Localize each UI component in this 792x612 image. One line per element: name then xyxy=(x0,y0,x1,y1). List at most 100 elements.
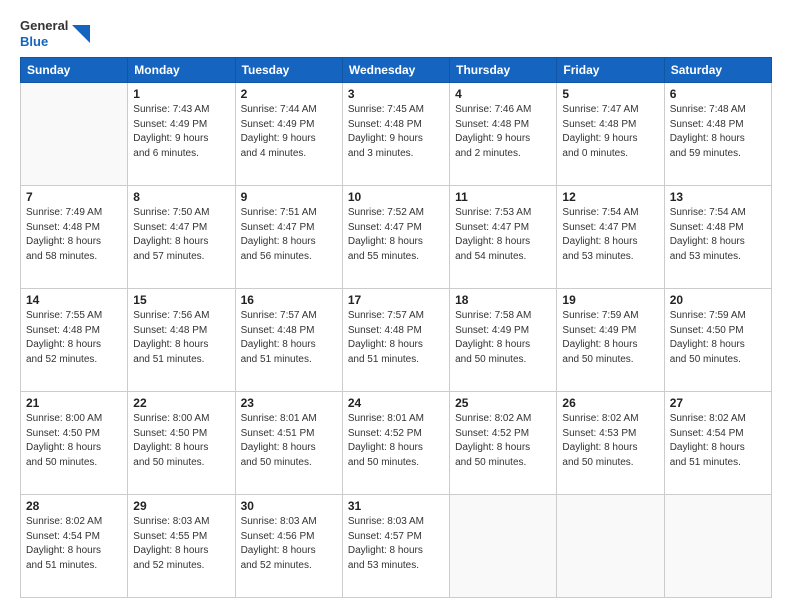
day-number: 1 xyxy=(133,87,229,101)
day-number: 20 xyxy=(670,293,766,307)
day-info: Sunrise: 8:01 AM Sunset: 4:51 PM Dayligh… xyxy=(241,412,337,470)
day-info: Sunrise: 7:46 AM Sunset: 4:48 PM Dayligh… xyxy=(455,103,551,161)
calendar-cell: 8 Sunrise: 7:50 AM Sunset: 4:47 PM Daylig… xyxy=(128,186,235,289)
calendar-week-4: 21 Sunrise: 8:00 AM Sunset: 4:50 PM Dayli… xyxy=(21,392,772,495)
day-info: Sunrise: 7:55 AM Sunset: 4:48 PM Dayligh… xyxy=(26,309,122,367)
calendar-week-1: 1 Sunrise: 7:43 AM Sunset: 4:49 PM Daylig… xyxy=(21,83,772,186)
calendar-cell xyxy=(450,495,557,598)
calendar-cell: 9 Sunrise: 7:51 AM Sunset: 4:47 PM Daylig… xyxy=(235,186,342,289)
calendar-cell: 2 Sunrise: 7:44 AM Sunset: 4:49 PM Daylig… xyxy=(235,83,342,186)
day-info: Sunrise: 7:49 AM Sunset: 4:48 PM Dayligh… xyxy=(26,206,122,264)
day-info: Sunrise: 7:54 AM Sunset: 4:48 PM Dayligh… xyxy=(670,206,766,264)
calendar-cell: 6Sunrise: 7:48 AM Sunset: 4:48 PM Daylig… xyxy=(664,83,771,186)
calendar-cell: 11 Sunrise: 7:53 AM Sunset: 4:47 PM Dayli… xyxy=(450,186,557,289)
calendar-header: SundayMondayTuesdayWednesdayThursdayFrid… xyxy=(21,58,772,83)
calendar-cell: 29 Sunrise: 8:03 AM Sunset: 4:55 PM Dayli… xyxy=(128,495,235,598)
weekday-header-monday: Monday xyxy=(128,58,235,83)
day-number: 11 xyxy=(455,190,551,204)
day-number: 25 xyxy=(455,396,551,410)
day-info: Sunrise: 8:00 AM Sunset: 4:50 PM Dayligh… xyxy=(133,412,229,470)
day-number: 9 xyxy=(241,190,337,204)
day-info: Sunrise: 8:00 AM Sunset: 4:50 PM Dayligh… xyxy=(26,412,122,470)
day-info: Sunrise: 7:59 AM Sunset: 4:49 PM Dayligh… xyxy=(562,309,658,367)
day-number: 23 xyxy=(241,396,337,410)
calendar-cell: 18 Sunrise: 7:58 AM Sunset: 4:49 PM Dayli… xyxy=(450,289,557,392)
day-number: 28 xyxy=(26,499,122,513)
calendar-cell: 13 Sunrise: 7:54 AM Sunset: 4:48 PM Dayli… xyxy=(664,186,771,289)
calendar-table: SundayMondayTuesdayWednesdayThursdayFrid… xyxy=(20,57,772,598)
day-number: 10 xyxy=(348,190,444,204)
weekday-header-row: SundayMondayTuesdayWednesdayThursdayFrid… xyxy=(21,58,772,83)
day-info: Sunrise: 7:45 AM Sunset: 4:48 PM Dayligh… xyxy=(348,103,444,161)
day-number: 27 xyxy=(670,396,766,410)
day-number: 12 xyxy=(562,190,658,204)
day-info: Sunrise: 7:51 AM Sunset: 4:47 PM Dayligh… xyxy=(241,206,337,264)
page: General Blue SundayMondayTuesdayWednesda… xyxy=(0,0,792,612)
logo-blue: Blue xyxy=(20,34,48,49)
day-info: Sunrise: 7:43 AM Sunset: 4:49 PM Dayligh… xyxy=(133,103,229,161)
day-info: Sunrise: 7:50 AM Sunset: 4:47 PM Dayligh… xyxy=(133,206,229,264)
day-number: 5 xyxy=(562,87,658,101)
day-info: Sunrise: 7:54 AM Sunset: 4:47 PM Dayligh… xyxy=(562,206,658,264)
day-number: 19 xyxy=(562,293,658,307)
day-number: 7 xyxy=(26,190,122,204)
day-info: Sunrise: 7:57 AM Sunset: 4:48 PM Dayligh… xyxy=(241,309,337,367)
day-info: Sunrise: 7:47 AM Sunset: 4:48 PM Dayligh… xyxy=(562,103,658,161)
calendar-cell: 5 Sunrise: 7:47 AM Sunset: 4:48 PM Daylig… xyxy=(557,83,664,186)
calendar-cell: 24 Sunrise: 8:01 AM Sunset: 4:52 PM Dayli… xyxy=(342,392,449,495)
calendar-cell: 15Sunrise: 7:56 AM Sunset: 4:48 PM Dayli… xyxy=(128,289,235,392)
day-info: Sunrise: 8:01 AM Sunset: 4:52 PM Dayligh… xyxy=(348,412,444,470)
day-info: Sunrise: 8:02 AM Sunset: 4:54 PM Dayligh… xyxy=(26,515,122,573)
day-number: 8 xyxy=(133,190,229,204)
weekday-header-saturday: Saturday xyxy=(664,58,771,83)
calendar-cell: 1 Sunrise: 7:43 AM Sunset: 4:49 PM Daylig… xyxy=(128,83,235,186)
day-info: Sunrise: 7:58 AM Sunset: 4:49 PM Dayligh… xyxy=(455,309,551,367)
calendar-week-2: 7 Sunrise: 7:49 AM Sunset: 4:48 PM Daylig… xyxy=(21,186,772,289)
calendar-cell: 7 Sunrise: 7:49 AM Sunset: 4:48 PM Daylig… xyxy=(21,186,128,289)
day-info: Sunrise: 8:03 AM Sunset: 4:56 PM Dayligh… xyxy=(241,515,337,573)
logo-text: General Blue xyxy=(20,18,68,49)
header: General Blue xyxy=(20,18,772,49)
day-number: 22 xyxy=(133,396,229,410)
weekday-header-wednesday: Wednesday xyxy=(342,58,449,83)
day-info: Sunrise: 7:44 AM Sunset: 4:49 PM Dayligh… xyxy=(241,103,337,161)
calendar-cell: 30 Sunrise: 8:03 AM Sunset: 4:56 PM Dayli… xyxy=(235,495,342,598)
day-info: Sunrise: 8:02 AM Sunset: 4:52 PM Dayligh… xyxy=(455,412,551,470)
day-number: 13 xyxy=(670,190,766,204)
day-number: 21 xyxy=(26,396,122,410)
calendar-cell: 16Sunrise: 7:57 AM Sunset: 4:48 PM Dayli… xyxy=(235,289,342,392)
calendar-cell: 23 Sunrise: 8:01 AM Sunset: 4:51 PM Dayli… xyxy=(235,392,342,495)
calendar-cell: 21 Sunrise: 8:00 AM Sunset: 4:50 PM Dayli… xyxy=(21,392,128,495)
day-number: 4 xyxy=(455,87,551,101)
day-info: Sunrise: 7:57 AM Sunset: 4:48 PM Dayligh… xyxy=(348,309,444,367)
calendar-cell: 14 Sunrise: 7:55 AM Sunset: 4:48 PM Dayli… xyxy=(21,289,128,392)
weekday-header-friday: Friday xyxy=(557,58,664,83)
logo-general: General xyxy=(20,18,68,33)
calendar-cell: 27Sunrise: 8:02 AM Sunset: 4:54 PM Dayli… xyxy=(664,392,771,495)
logo: General Blue xyxy=(20,18,90,49)
calendar-cell: 10Sunrise: 7:52 AM Sunset: 4:47 PM Dayli… xyxy=(342,186,449,289)
calendar-cell: 22 Sunrise: 8:00 AM Sunset: 4:50 PM Dayli… xyxy=(128,392,235,495)
day-number: 31 xyxy=(348,499,444,513)
day-number: 29 xyxy=(133,499,229,513)
day-info: Sunrise: 8:03 AM Sunset: 4:55 PM Dayligh… xyxy=(133,515,229,573)
calendar-week-5: 28 Sunrise: 8:02 AM Sunset: 4:54 PM Dayli… xyxy=(21,495,772,598)
day-number: 30 xyxy=(241,499,337,513)
calendar-cell: 12 Sunrise: 7:54 AM Sunset: 4:47 PM Dayli… xyxy=(557,186,664,289)
day-info: Sunrise: 8:02 AM Sunset: 4:53 PM Dayligh… xyxy=(562,412,658,470)
calendar-cell: 26 Sunrise: 8:02 AM Sunset: 4:53 PM Dayli… xyxy=(557,392,664,495)
day-info: Sunrise: 7:53 AM Sunset: 4:47 PM Dayligh… xyxy=(455,206,551,264)
day-number: 14 xyxy=(26,293,122,307)
day-number: 18 xyxy=(455,293,551,307)
day-number: 26 xyxy=(562,396,658,410)
calendar-cell xyxy=(664,495,771,598)
day-info: Sunrise: 7:59 AM Sunset: 4:50 PM Dayligh… xyxy=(670,309,766,367)
calendar-cell: 28 Sunrise: 8:02 AM Sunset: 4:54 PM Dayli… xyxy=(21,495,128,598)
day-number: 2 xyxy=(241,87,337,101)
day-number: 6 xyxy=(670,87,766,101)
day-number: 24 xyxy=(348,396,444,410)
day-number: 15 xyxy=(133,293,229,307)
logo-arrow-icon xyxy=(72,25,90,43)
day-number: 3 xyxy=(348,87,444,101)
day-number: 17 xyxy=(348,293,444,307)
